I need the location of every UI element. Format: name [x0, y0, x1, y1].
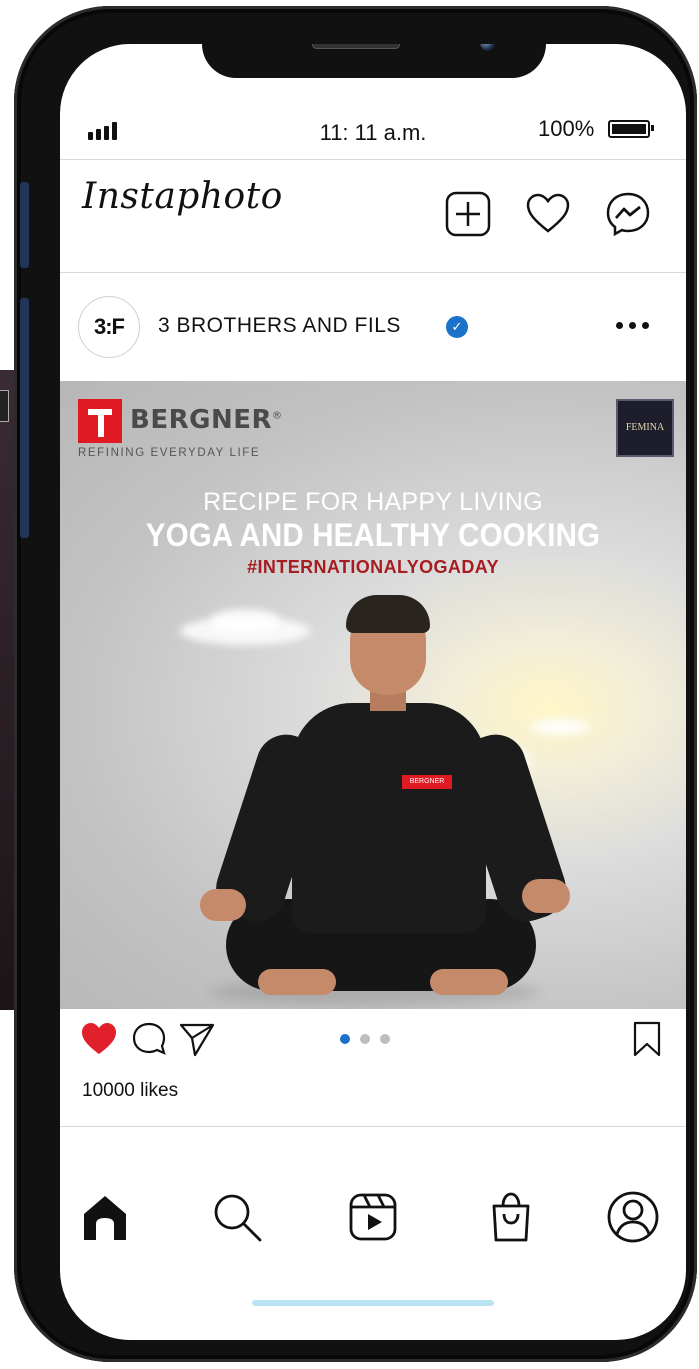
comment-icon[interactable] [130, 1020, 168, 1058]
shirt-logo: BERGNER [402, 775, 452, 789]
like-heart-icon[interactable] [80, 1020, 118, 1058]
brand-mark-icon [78, 399, 122, 443]
search-icon[interactable] [210, 1190, 264, 1244]
shop-icon[interactable] [484, 1190, 538, 1244]
divider [60, 159, 686, 160]
carousel-indicator [340, 1034, 390, 1044]
person-foot [258, 969, 336, 995]
notch [202, 44, 546, 78]
avatar[interactable]: 3:F [78, 296, 140, 358]
more-options-icon[interactable] [616, 322, 649, 329]
phone-screen: 11: 11 a.m. 100% Instaphoto 3:F 3 BROTHE… [60, 44, 686, 1340]
carousel-dot[interactable] [380, 1034, 390, 1044]
divider [60, 272, 686, 273]
speaker-grille [312, 44, 400, 49]
divider [60, 1126, 686, 1127]
home-indicator[interactable] [252, 1300, 494, 1306]
background-thumbnail [0, 390, 9, 422]
person-hand [522, 879, 570, 913]
bookmark-icon[interactable] [628, 1020, 666, 1058]
person-hand [200, 889, 246, 921]
add-post-icon[interactable] [444, 190, 492, 238]
verified-badge-icon: ✓ [446, 316, 468, 338]
volume-up-button [20, 182, 29, 268]
volume-down-button [20, 298, 29, 538]
brand-name: BERGNER® [130, 405, 283, 435]
phone-frame: 11: 11 a.m. 100% Instaphoto 3:F 3 BROTHE… [14, 6, 697, 1362]
likes-count[interactable]: 10000 likes [82, 1080, 178, 1102]
app-logo: Instaphoto [82, 176, 283, 217]
carousel-dot[interactable] [360, 1034, 370, 1044]
cloud [210, 609, 280, 633]
brand-tagline: REFINING EVERYDAY LIFE [78, 447, 261, 459]
person-foot [430, 969, 508, 995]
home-icon[interactable] [78, 1190, 132, 1244]
avatar-text: 3:F [94, 314, 125, 339]
battery-percent: 100% [538, 116, 595, 141]
headline-line1: RECIPE FOR HAPPY LIVING [203, 488, 543, 516]
post-username[interactable]: 3 BROTHERS AND FILS [158, 314, 401, 338]
profile-icon[interactable] [606, 1190, 660, 1244]
post-actions [60, 1020, 686, 1060]
messenger-icon[interactable] [604, 190, 652, 238]
person-torso [292, 703, 486, 933]
cloud [530, 719, 590, 735]
bottom-nav [60, 1190, 686, 1260]
battery-icon [608, 120, 654, 138]
headline-hashtag: #INTERNATIONALYOGADAY [247, 557, 499, 577]
share-icon[interactable] [178, 1020, 216, 1058]
femina-badge: FEMINA [616, 399, 674, 457]
post-image[interactable]: BERGNER® REFINING EVERYDAY LIFE FEMINA R… [60, 381, 686, 1009]
reels-icon[interactable] [346, 1190, 400, 1244]
headline-line2: YOGA AND HEALTHY COOKING [145, 517, 601, 553]
status-bar: 11: 11 a.m. 100% [60, 112, 686, 152]
carousel-dot[interactable] [340, 1034, 350, 1044]
heart-icon[interactable] [524, 190, 572, 238]
front-camera [480, 44, 495, 51]
person-hair [346, 595, 430, 633]
